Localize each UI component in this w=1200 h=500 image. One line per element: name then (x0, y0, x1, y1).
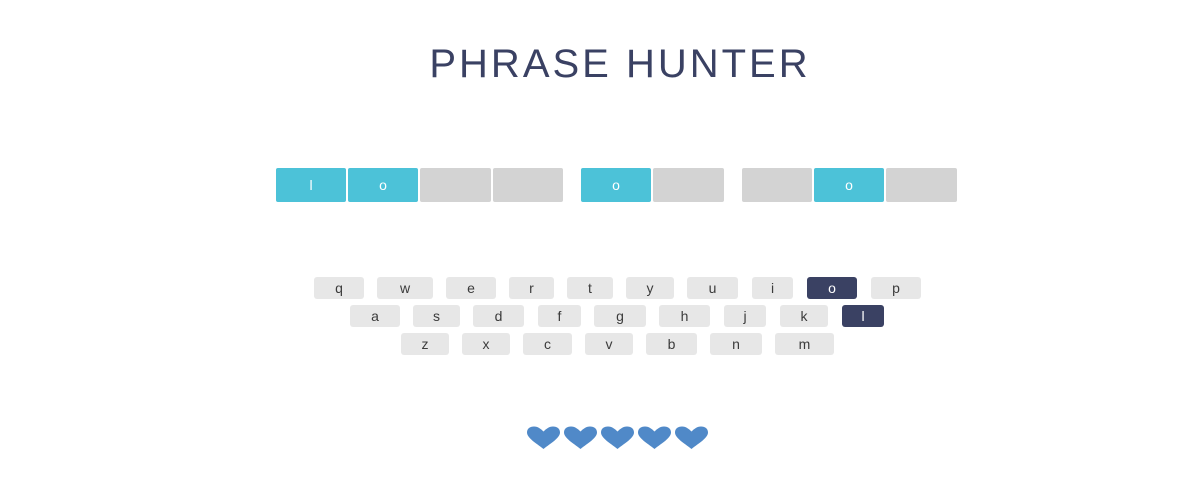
key-v[interactable]: v (585, 333, 633, 355)
phrase-letter-tile (742, 168, 812, 202)
key-x[interactable]: x (462, 333, 510, 355)
key-q[interactable]: q (314, 277, 364, 299)
phrase-letter-tile: o (581, 168, 651, 202)
key-z[interactable]: z (401, 333, 449, 355)
key-o[interactable]: o (807, 277, 857, 299)
key-k[interactable]: k (780, 305, 828, 327)
game-title: PHRASE HUNTER (429, 42, 811, 86)
phrase-letter-tile: l (276, 168, 346, 202)
key-b[interactable]: b (646, 333, 697, 355)
phrase-letter-tile: o (348, 168, 418, 202)
key-f[interactable]: f (538, 305, 581, 327)
key-n[interactable]: n (710, 333, 762, 355)
heart-icon (564, 426, 597, 449)
key-w[interactable]: w (377, 277, 433, 299)
phrase-letter: o (845, 177, 853, 193)
key-y[interactable]: y (626, 277, 674, 299)
phrase-letter-tile: o (814, 168, 884, 202)
key-h[interactable]: h (659, 305, 710, 327)
phrase-letter: l (309, 177, 313, 193)
key-e[interactable]: e (446, 277, 496, 299)
phrase-letter-tile (886, 168, 957, 202)
phrase-letter-tile (420, 168, 491, 202)
key-r[interactable]: r (509, 277, 554, 299)
phrase-letter-tile (653, 168, 724, 202)
heart-icon (675, 426, 708, 449)
key-i[interactable]: i (752, 277, 793, 299)
heart-icon (638, 426, 671, 449)
key-c[interactable]: c (523, 333, 572, 355)
phrase-letter-tile (493, 168, 563, 202)
key-p[interactable]: p (871, 277, 921, 299)
phrase-letter: o (379, 177, 387, 193)
key-l[interactable]: l (842, 305, 884, 327)
key-s[interactable]: s (413, 305, 460, 327)
key-d[interactable]: d (473, 305, 524, 327)
key-g[interactable]: g (594, 305, 646, 327)
key-t[interactable]: t (567, 277, 613, 299)
key-m[interactable]: m (775, 333, 834, 355)
key-a[interactable]: a (350, 305, 400, 327)
key-j[interactable]: j (724, 305, 766, 327)
phrase-letter: o (612, 177, 620, 193)
heart-icon (527, 426, 560, 449)
game-screen: PHRASE HUNTER l o o o q w e r t y u i o … (0, 0, 1200, 500)
key-u[interactable]: u (687, 277, 738, 299)
heart-icon (601, 426, 634, 449)
